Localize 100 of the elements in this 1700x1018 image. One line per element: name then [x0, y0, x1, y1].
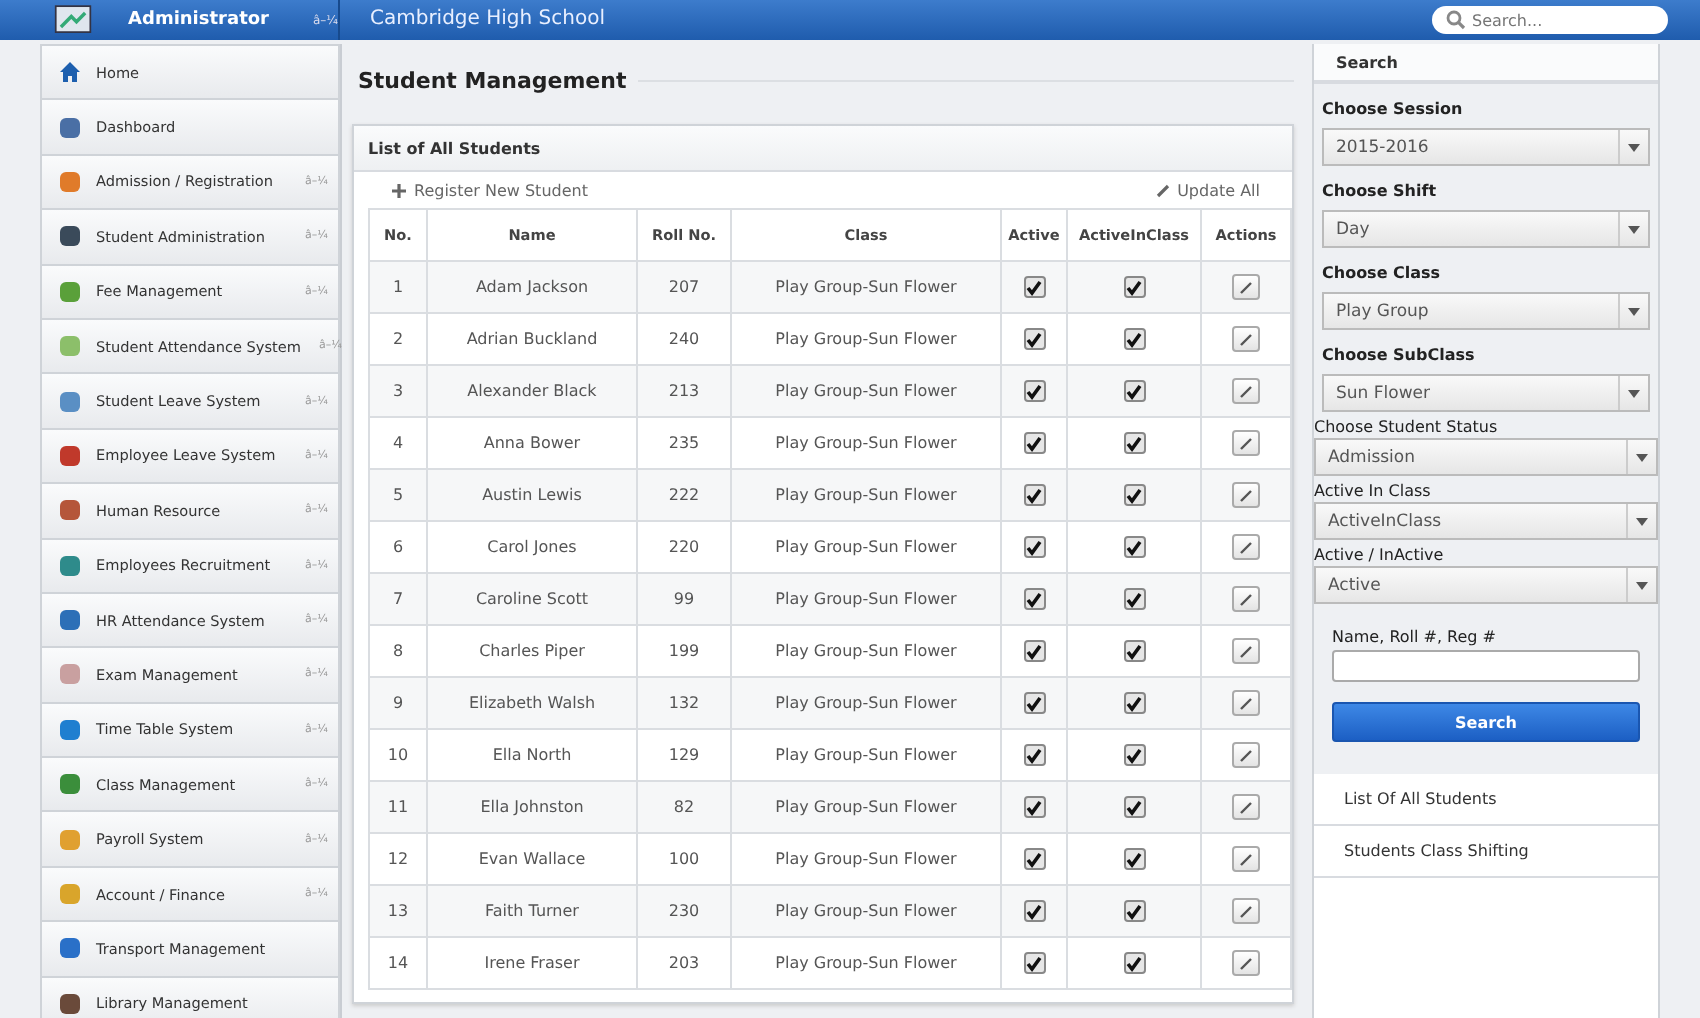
- edit-button[interactable]: [1232, 846, 1260, 872]
- text-field-label: Name, Roll #, Reg #: [1332, 628, 1499, 646]
- active-checkbox[interactable]: [1023, 744, 1045, 766]
- active-in-class-checkbox[interactable]: [1123, 432, 1145, 454]
- table-cell: 222: [637, 469, 731, 521]
- edit-button[interactable]: [1232, 898, 1260, 924]
- caret-icon: [1636, 453, 1648, 461]
- edit-button[interactable]: [1232, 482, 1260, 508]
- dropdown[interactable]: Day: [1322, 210, 1650, 248]
- active-in-class-checkbox[interactable]: [1123, 848, 1145, 870]
- search-field[interactable]: Search...: [1432, 6, 1668, 34]
- active-in-class-checkbox[interactable]: [1123, 380, 1145, 402]
- table-cell: 13: [369, 885, 427, 937]
- table-cell: 9: [369, 677, 427, 729]
- active-checkbox[interactable]: [1023, 380, 1045, 402]
- pencil-icon: [1240, 697, 1252, 709]
- table-cell: Alexander Black: [427, 365, 637, 417]
- search-panel-title: Search: [1336, 53, 1398, 71]
- active-in-class-checkbox[interactable]: [1123, 536, 1145, 558]
- edit-button[interactable]: [1232, 586, 1260, 612]
- active-checkbox[interactable]: [1023, 484, 1045, 506]
- filter-label: Active / InActive: [1314, 546, 1446, 564]
- caret-icon: [1636, 517, 1648, 525]
- table-cell: Play Group-Sun Flower: [731, 937, 1001, 989]
- table-cell: 14: [369, 937, 427, 989]
- table-cell: 1: [369, 261, 427, 313]
- edit-button[interactable]: [1232, 534, 1260, 560]
- active-in-class-checkbox[interactable]: [1123, 328, 1145, 350]
- pencil-icon: [1240, 333, 1252, 345]
- active-in-class-checkbox[interactable]: [1123, 796, 1145, 818]
- update-all-link[interactable]: Update All: [1155, 181, 1260, 199]
- home-icon: [58, 60, 82, 85]
- table-cell: 203: [637, 937, 731, 989]
- pencil-icon: [1240, 801, 1252, 813]
- search-button[interactable]: Search: [1332, 702, 1640, 742]
- edit-button[interactable]: [1232, 274, 1260, 300]
- pencil-icon: [1240, 645, 1252, 657]
- table-cell: Irene Fraser: [427, 937, 637, 989]
- table-cell: Play Group-Sun Flower: [731, 573, 1001, 625]
- dropdown[interactable]: Sun Flower: [1322, 374, 1650, 412]
- dropdown[interactable]: Admission: [1314, 438, 1658, 476]
- pencil-icon: [1240, 905, 1252, 917]
- edit-button[interactable]: [1232, 378, 1260, 404]
- active-checkbox[interactable]: [1023, 900, 1045, 922]
- pencil-icon: [1240, 593, 1252, 605]
- active-checkbox[interactable]: [1023, 796, 1045, 818]
- filter-label: Choose Session: [1322, 100, 1465, 118]
- filter-label: Choose Student Status: [1314, 418, 1500, 436]
- pencil-icon: [1240, 385, 1252, 397]
- dropdown[interactable]: 2015-2016: [1322, 128, 1650, 166]
- table-cell: 230: [637, 885, 731, 937]
- pencil-icon: [1240, 853, 1252, 865]
- panel-link[interactable]: List Of All Students: [1314, 774, 1658, 826]
- user-name[interactable]: Administrator: [128, 9, 269, 31]
- dropdown[interactable]: ActiveInClass: [1314, 502, 1658, 540]
- edit-button[interactable]: [1232, 326, 1260, 352]
- caret-icon: [1628, 307, 1640, 315]
- active-checkbox[interactable]: [1023, 692, 1045, 714]
- table-cell: Play Group-Sun Flower: [731, 781, 1001, 833]
- active-in-class-checkbox[interactable]: [1123, 640, 1145, 662]
- pencil-icon: [1240, 541, 1252, 553]
- table-cell: Ella Johnston: [427, 781, 637, 833]
- register-link[interactable]: Register New Student: [392, 181, 588, 199]
- active-in-class-checkbox[interactable]: [1123, 744, 1145, 766]
- active-in-class-checkbox[interactable]: [1123, 900, 1145, 922]
- active-in-class-checkbox[interactable]: [1123, 588, 1145, 610]
- edit-button[interactable]: [1232, 742, 1260, 768]
- filter-label: Choose Class: [1322, 264, 1443, 282]
- input-field[interactable]: [1332, 650, 1640, 682]
- edit-button[interactable]: [1232, 794, 1260, 820]
- active-checkbox[interactable]: [1023, 848, 1045, 870]
- edit-button[interactable]: [1232, 950, 1260, 976]
- table-cell: Play Group-Sun Flower: [731, 885, 1001, 937]
- active-in-class-checkbox[interactable]: [1123, 484, 1145, 506]
- edit-button[interactable]: [1232, 430, 1260, 456]
- pencil-icon: [1240, 281, 1252, 293]
- dropdown[interactable]: Play Group: [1322, 292, 1650, 330]
- active-checkbox[interactable]: [1023, 640, 1045, 662]
- table-cell: 82: [637, 781, 731, 833]
- active-checkbox[interactable]: [1023, 588, 1045, 610]
- table-cell: 132: [637, 677, 731, 729]
- table-cell: Adam Jackson: [427, 261, 637, 313]
- table-cell: Caroline Scott: [427, 573, 637, 625]
- edit-button[interactable]: [1232, 690, 1260, 716]
- active-checkbox[interactable]: [1023, 952, 1045, 974]
- filter-label: Active In Class: [1314, 482, 1433, 500]
- edit-button[interactable]: [1232, 638, 1260, 664]
- active-checkbox[interactable]: [1023, 276, 1045, 298]
- pencil-icon: [1155, 183, 1170, 197]
- dropdown[interactable]: Active: [1314, 566, 1658, 604]
- active-in-class-checkbox[interactable]: [1123, 276, 1145, 298]
- caret-icon: [1636, 581, 1648, 589]
- active-checkbox[interactable]: [1023, 536, 1045, 558]
- active-checkbox[interactable]: [1023, 328, 1045, 350]
- active-checkbox[interactable]: [1023, 432, 1045, 454]
- active-in-class-checkbox[interactable]: [1123, 692, 1145, 714]
- panel-link[interactable]: Students Class Shifting: [1314, 826, 1658, 878]
- table-cell: Austin Lewis: [427, 469, 637, 521]
- table-cell: Play Group-Sun Flower: [731, 469, 1001, 521]
- active-in-class-checkbox[interactable]: [1123, 952, 1145, 974]
